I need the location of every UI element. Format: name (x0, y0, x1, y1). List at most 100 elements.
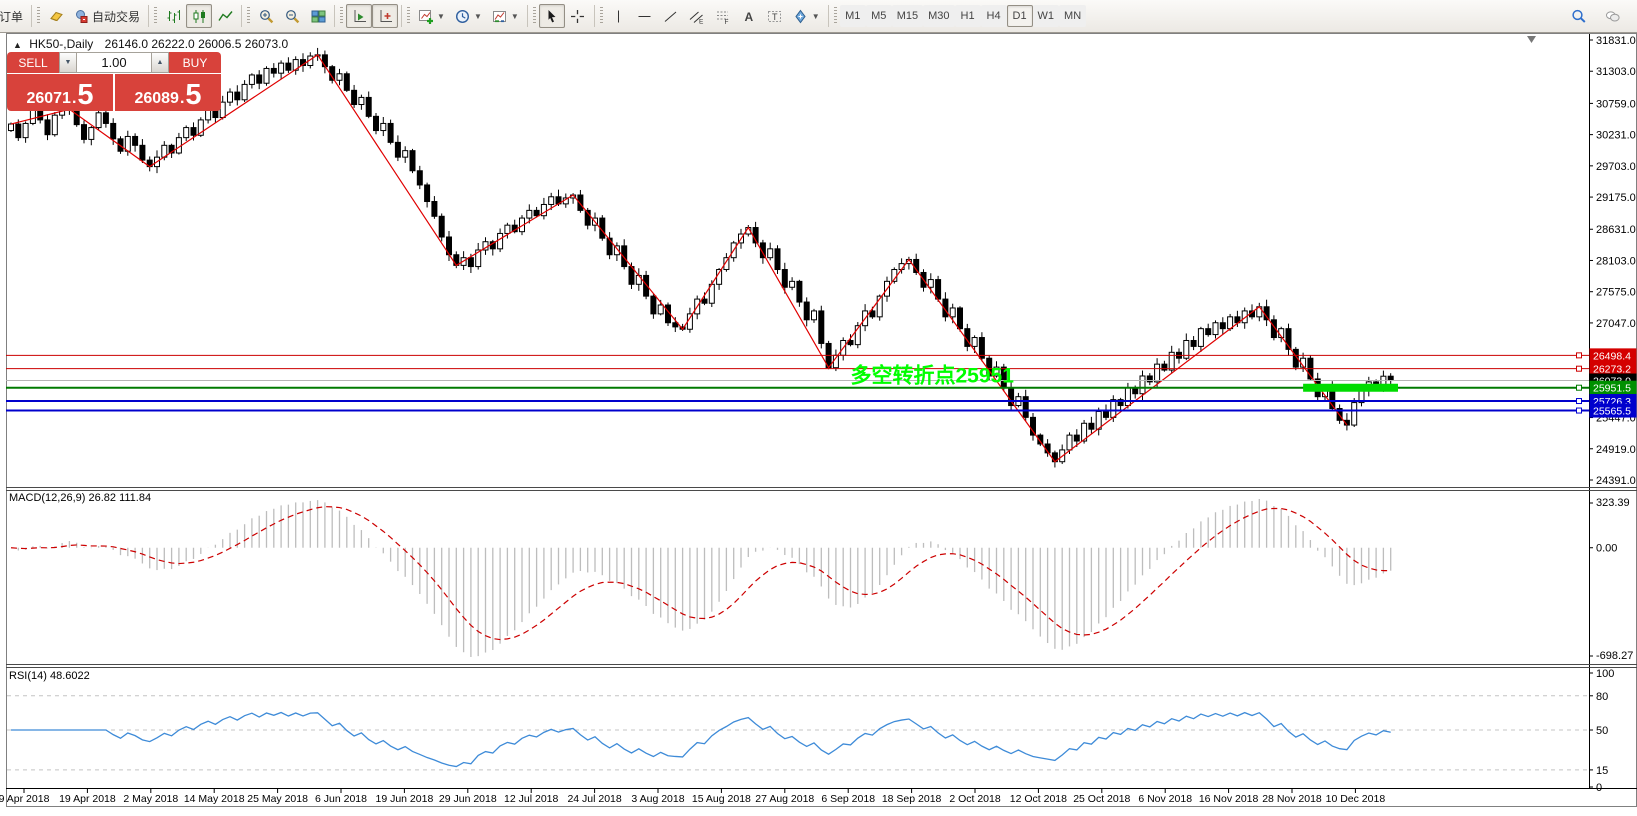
autotrading-button[interactable]: 自动交易 (69, 4, 145, 28)
fibonacci-button[interactable]: F (710, 4, 736, 28)
toolbar-group-handle[interactable] (247, 7, 250, 25)
chevron-down-icon[interactable]: ▼ (812, 12, 820, 21)
cursor-icon (544, 9, 559, 24)
pivot-annotation-text[interactable]: 多空转折点25951 (851, 364, 1015, 388)
periods-button[interactable]: ▼ (450, 4, 487, 28)
line-handle[interactable] (1577, 366, 1582, 371)
equidistant-channel-button[interactable]: E (684, 4, 710, 28)
text-button[interactable]: A (736, 4, 762, 28)
timeframe-m1-button[interactable]: M1 (840, 5, 866, 27)
trendline-button[interactable] (658, 4, 684, 28)
timeframe-m5-button[interactable]: M5 (866, 5, 892, 27)
crosshair-button[interactable] (565, 4, 591, 28)
chart-shift-button[interactable] (372, 4, 398, 28)
timeframe-m30-button[interactable]: M30 (923, 5, 954, 27)
date-tick-label: 15 Aug 2018 (692, 793, 751, 805)
candle-body (1111, 400, 1116, 418)
timeframe-h4-button[interactable]: H4 (981, 5, 1007, 27)
indicators-icon (418, 9, 433, 24)
chevron-down-icon[interactable]: ▼ (437, 12, 445, 21)
candle-body (505, 225, 510, 233)
candle-body (928, 280, 933, 288)
buy-button[interactable]: BUY (169, 52, 221, 73)
chat-button[interactable] (1599, 4, 1625, 28)
bar-chart-button[interactable] (160, 4, 186, 28)
candle-body (1206, 329, 1211, 335)
candle-body (702, 299, 707, 303)
sell-price[interactable]: 26071 . 5 (7, 74, 113, 111)
arrows-button[interactable]: ▼ (788, 4, 825, 28)
candle-body (1220, 323, 1225, 329)
auto-scroll-button[interactable] (346, 4, 372, 28)
candle-body (804, 302, 809, 320)
volume-decrease-button[interactable]: ▼ (59, 52, 77, 73)
volume-input[interactable]: 1.00 (77, 52, 151, 73)
text-label-button[interactable]: T (762, 4, 788, 28)
volume-increase-button[interactable]: ▲ (151, 52, 169, 73)
chevron-down-icon[interactable]: ▼ (474, 12, 482, 21)
line-handle[interactable] (1577, 385, 1582, 390)
candle-body (111, 123, 116, 138)
line-handle[interactable] (1577, 399, 1582, 404)
price-tick-label: 30759.0 (1596, 98, 1636, 110)
date-tick-label: 25 Oct 2018 (1073, 793, 1130, 805)
timeframe-h1-button[interactable]: H1 (955, 5, 981, 27)
candle-body (133, 136, 138, 145)
candle-body (366, 97, 371, 116)
vertical-line-button[interactable] (606, 4, 632, 28)
buy-price[interactable]: 26089 . 5 (115, 74, 221, 111)
price-tick-label: 24919.0 (1596, 444, 1636, 456)
cursor-button[interactable] (539, 4, 565, 28)
candle-body (344, 74, 349, 91)
candle-body (228, 92, 233, 102)
toolbar-group-handle[interactable] (37, 7, 40, 25)
line-chart-button[interactable] (212, 4, 238, 28)
candle-body (103, 113, 108, 124)
indicators-button[interactable]: ▼ (413, 4, 450, 28)
chevron-down-icon[interactable]: ▼ (511, 12, 519, 21)
bar-chart-icon (166, 9, 181, 24)
candle-body (534, 210, 539, 215)
timeframe-d1-button[interactable]: D1 (1007, 5, 1033, 27)
toolbar-group-handle[interactable] (533, 7, 536, 25)
timeframe-m15-button[interactable]: M15 (892, 5, 923, 27)
line-handle[interactable] (1577, 408, 1582, 413)
toolbar-group-handle[interactable] (154, 7, 157, 25)
candle-body (337, 74, 342, 81)
date-tick-label: 12 Jul 2018 (504, 793, 558, 805)
one-click-panel-toggle[interactable]: ▲ (13, 40, 22, 50)
toolbar-separator (594, 5, 595, 27)
search-button[interactable] (1565, 4, 1591, 28)
zoom-out-button[interactable] (279, 4, 305, 28)
new-order-button[interactable]: 订单 (0, 4, 28, 28)
candle-body (410, 151, 415, 171)
candle-body (1213, 323, 1218, 335)
chart-canvas[interactable]: 31831.031303.030759.030231.029703.029175… (0, 0, 1637, 816)
zoom-in-button[interactable] (253, 4, 279, 28)
price-tick-label: 24391.0 (1596, 475, 1636, 487)
tile-windows-button[interactable] (305, 4, 331, 28)
candle-body (549, 197, 554, 205)
toolbar-group-handle[interactable] (340, 7, 343, 25)
date-tick-label: 18 Sep 2018 (882, 793, 942, 805)
timeframe-w1-button[interactable]: W1 (1033, 5, 1060, 27)
zoom-in-icon (259, 9, 274, 24)
chat-icon (1605, 9, 1620, 24)
channel-icon: E (689, 9, 704, 24)
candle-body (651, 296, 656, 314)
toolbar-group-handle[interactable] (600, 7, 603, 25)
candle-body (235, 92, 240, 100)
line-handle[interactable] (1577, 353, 1582, 358)
new-order-icon-button[interactable] (43, 4, 69, 28)
candlestick-chart-button[interactable] (186, 4, 212, 28)
horizontal-line-button[interactable] (632, 4, 658, 28)
toolbar-group-handle[interactable] (834, 7, 837, 25)
candle-body (9, 124, 14, 131)
candle-body (768, 249, 773, 258)
toolbar-group-handle[interactable] (407, 7, 410, 25)
templates-button[interactable]: ▼ (487, 4, 524, 28)
timeframe-mn-button[interactable]: MN (1059, 5, 1086, 27)
candle-body (1352, 403, 1357, 425)
sell-button[interactable]: SELL (7, 52, 59, 73)
candle-body (403, 151, 408, 158)
